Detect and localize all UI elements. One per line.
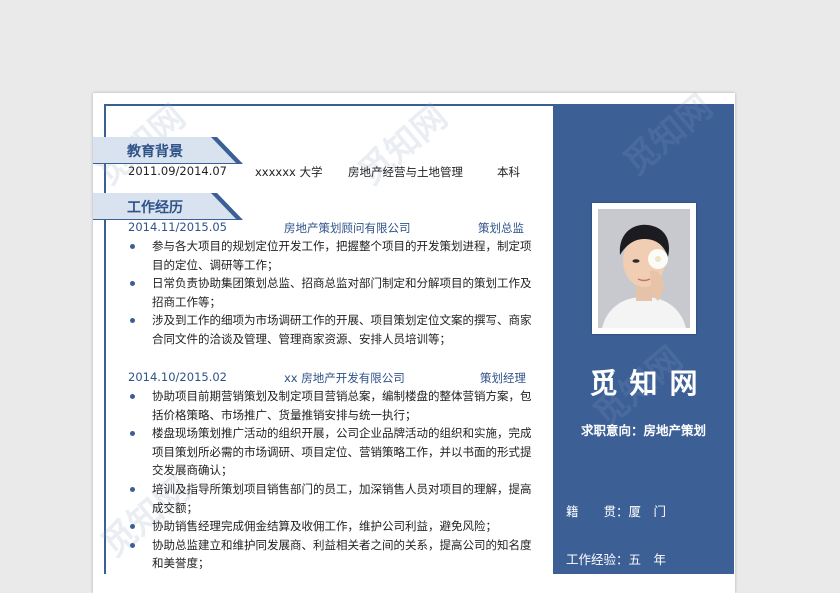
list-item: 楼盘现场策划推广活动的组织开展，公司企业品牌活动的组织和实施，完成项目策划所必需… [128, 424, 533, 480]
education-school: xxxxxx 大学 [255, 165, 323, 179]
job-period: 2014.11/2015.05 [128, 220, 227, 234]
left-rule [104, 104, 106, 574]
experience-value: 五 年 [628, 552, 667, 567]
duty-list: 协助项目前期营销策划及制定项目营销总案，编制楼盘的整体营销方案，包括价格策略、市… [128, 387, 533, 573]
candidate-name: 觅知网 [589, 367, 710, 400]
job-title: 策划总监 [478, 221, 524, 235]
profile-photo [598, 209, 690, 328]
hometown-value: 厦 门 [628, 504, 667, 519]
experience-label: 工作经验： [566, 552, 629, 567]
list-item: 日常负责协助集团策划总监、招商总监对部门制定和分解项目的策划工作及招商工作等； [128, 274, 533, 311]
section-title: 工作经历 [127, 200, 183, 216]
education-period: 2011.09/2014.07 [128, 164, 227, 178]
section-header-education: 教育背景 [93, 137, 243, 164]
job-intent: 求职意向：房地产策划 [580, 423, 706, 438]
duty-list: 参与各大项目的规划定位开发工作，把握整个项目的开发策划进程，制定项目的定位、调研… [128, 237, 533, 349]
hometown-row: 籍 贯：厦 门 [566, 501, 666, 520]
job-period: 2014.10/2015.02 [128, 370, 227, 384]
experience-row: 工作经验：五 年 [566, 549, 666, 568]
hometown-label: 籍 贯： [566, 504, 629, 519]
section-title: 教育背景 [127, 144, 183, 160]
education-major: 房地产经营与土地管理 [348, 165, 463, 179]
job-title: 策划经理 [480, 371, 526, 385]
education-degree: 本科 [497, 165, 520, 179]
profile-photo-frame [592, 203, 696, 334]
job-company: xx 房地产开发有限公司 [284, 371, 405, 385]
job-company: 房地产策划顾问有限公司 [284, 221, 411, 235]
top-rule [104, 104, 553, 106]
list-item: 培训及指导所策划项目销售部门的员工，加深销售人员对项目的理解，提高成交额； [128, 480, 533, 517]
list-item: 参与各大项目的规划定位开发工作，把握整个项目的开发策划进程，制定项目的定位、调研… [128, 237, 533, 274]
list-item: 涉及到工作的细项为市场调研工作的开展、项目策划定位文案的撰写、商家合同文件的洽谈… [128, 311, 533, 348]
list-item: 协助项目前期营销策划及制定项目营销总案，编制楼盘的整体营销方案，包括价格策略、市… [128, 387, 533, 424]
list-item: 协助销售经理完成佣金结算及收佣工作，维护公司利益，避免风险； [128, 517, 533, 536]
portrait-illustration [598, 209, 690, 328]
list-item: 协助总监建立和维护同发展商、利益相关者之间的关系，提高公司的知名度和美誉度； [128, 536, 533, 573]
section-header-work: 工作经历 [93, 193, 243, 220]
